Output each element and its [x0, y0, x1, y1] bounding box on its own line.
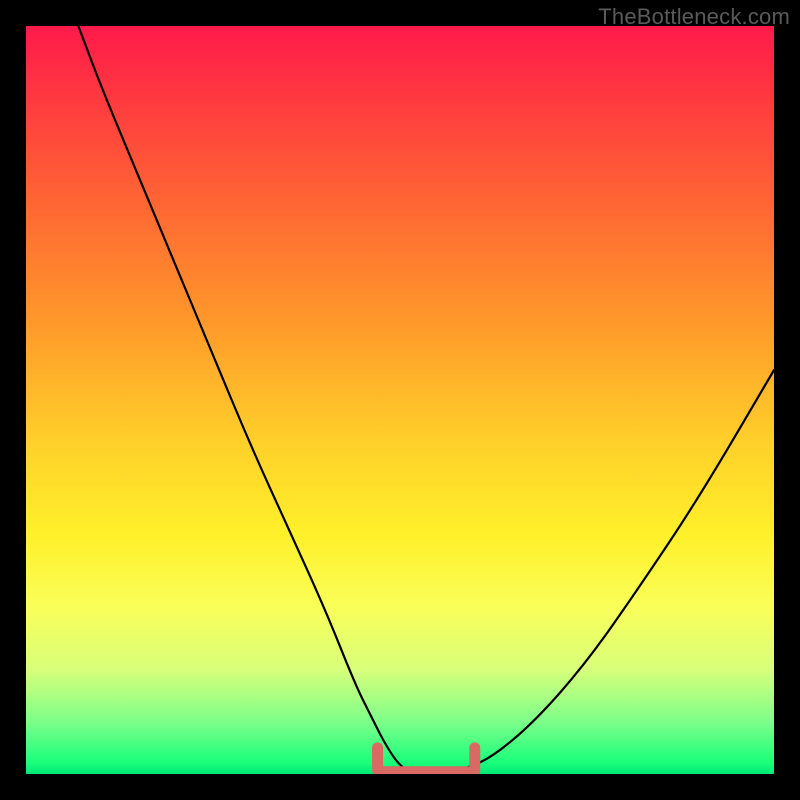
- curve-svg: [26, 26, 774, 774]
- bottleneck-curve: [78, 26, 774, 774]
- plot-area: [26, 26, 774, 774]
- chart-frame: TheBottleneck.com: [0, 0, 800, 800]
- watermark-text: TheBottleneck.com: [598, 4, 790, 30]
